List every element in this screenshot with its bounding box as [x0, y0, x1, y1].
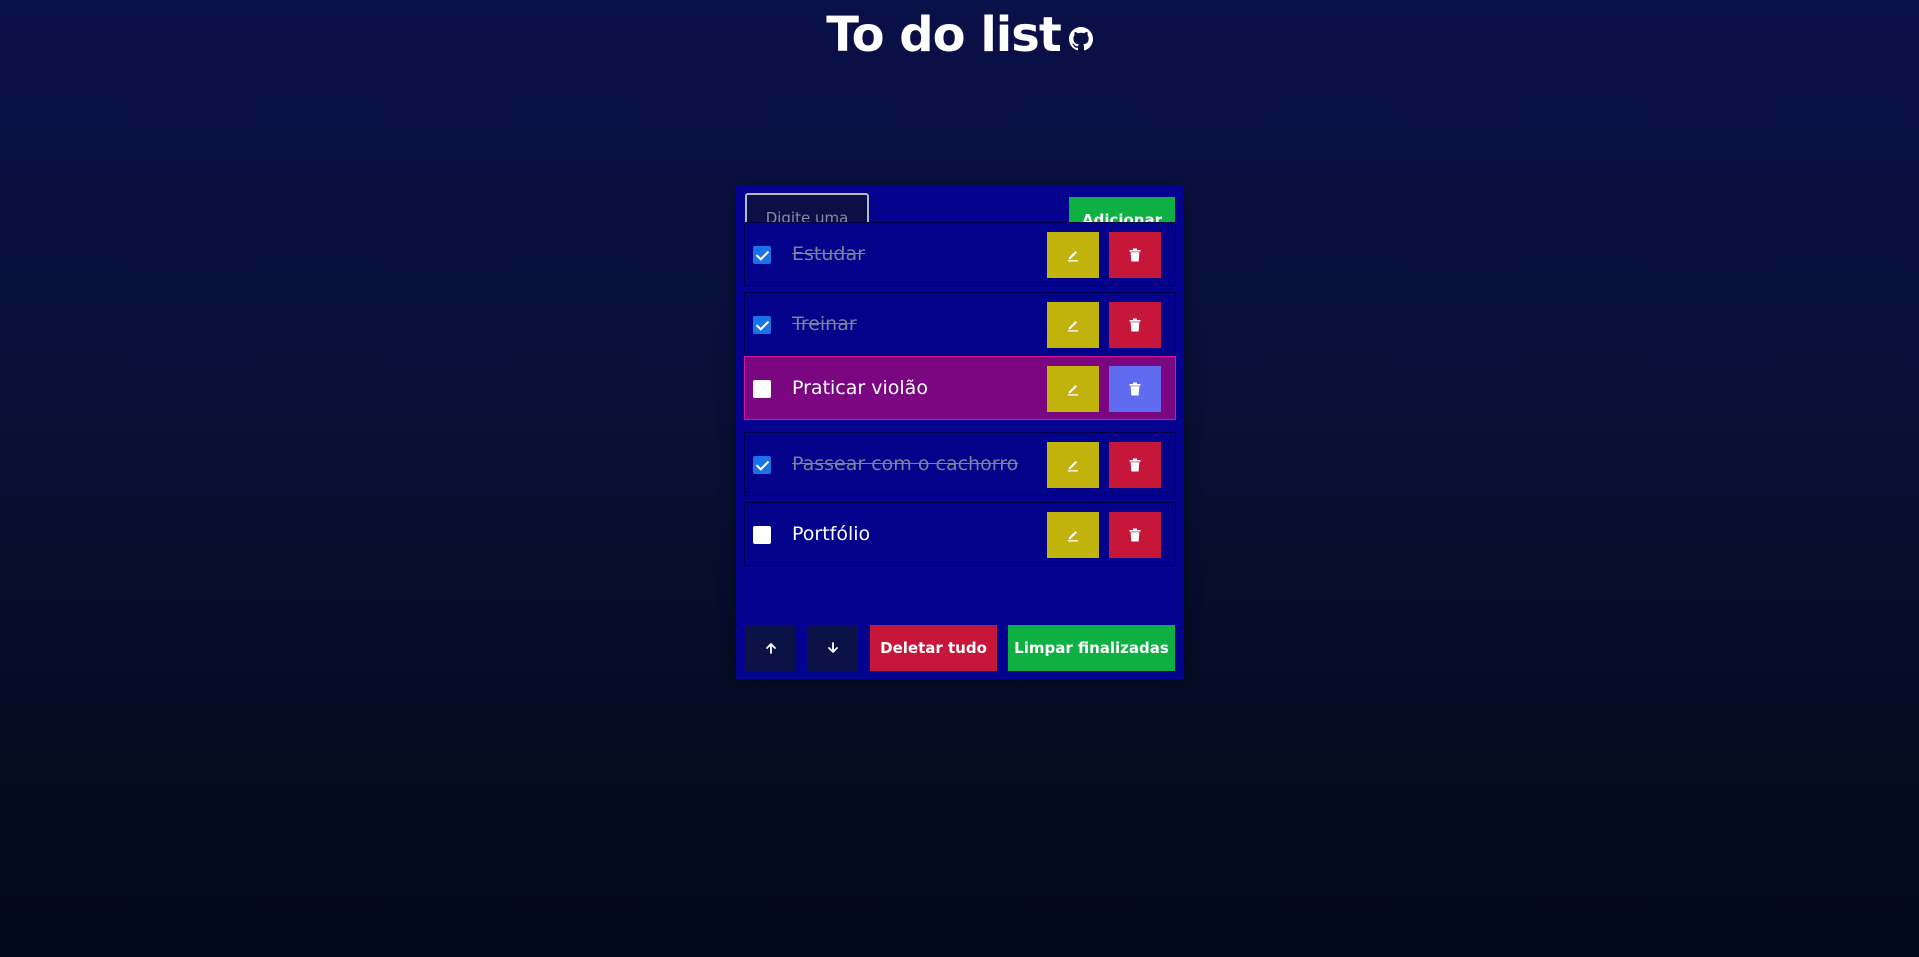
trash-icon: [1129, 318, 1141, 332]
pencil-icon: [1068, 385, 1078, 396]
task-item: Praticar violão: [744, 356, 1176, 420]
delete-task-button[interactable]: [1109, 232, 1161, 278]
task-text: Passear com o cachorro: [792, 453, 1019, 475]
trash-icon: [1129, 382, 1141, 396]
task-text: Portfólio: [792, 523, 871, 545]
delete-task-button[interactable]: [1109, 302, 1161, 348]
arrow-up-icon: [765, 643, 776, 654]
task-item: Estudar: [744, 222, 1176, 286]
delete-task-button[interactable]: [1109, 442, 1161, 488]
move-down-button[interactable]: [807, 625, 858, 671]
page-title: To do list: [826, 7, 1062, 63]
delete-all-button[interactable]: Deletar tudo: [870, 625, 997, 671]
edit-task-button[interactable]: [1047, 366, 1099, 412]
arrow-down-icon: [827, 642, 838, 653]
task-item: Portfólio: [744, 502, 1176, 566]
trash-icon: [1129, 528, 1141, 542]
task-text: Praticar violão: [792, 377, 928, 399]
delete-task-button[interactable]: [1109, 512, 1161, 558]
trash-icon: [1129, 458, 1141, 472]
task-text: Estudar: [792, 243, 865, 265]
delete-task-button[interactable]: [1109, 366, 1161, 412]
edit-task-button[interactable]: [1047, 302, 1099, 348]
pencil-icon: [1068, 531, 1078, 542]
clear-finished-button[interactable]: Limpar finalizadas: [1008, 625, 1175, 671]
edit-task-button[interactable]: [1047, 232, 1099, 278]
task-checkbox[interactable]: [753, 526, 771, 544]
task-item: Passear com o cachorro: [744, 432, 1176, 496]
edit-task-button[interactable]: [1047, 512, 1099, 558]
task-checkbox[interactable]: [753, 380, 771, 398]
trash-icon: [1129, 248, 1141, 262]
edit-task-button[interactable]: [1047, 442, 1099, 488]
task-text: Treinar: [792, 313, 857, 335]
task-checkbox[interactable]: [753, 456, 771, 474]
header: To do list: [0, 0, 1919, 70]
pencil-icon: [1068, 461, 1078, 472]
task-checkbox[interactable]: [753, 316, 771, 334]
pencil-icon: [1068, 251, 1078, 262]
pencil-icon: [1068, 321, 1078, 332]
todo-card: Adicionar EstudarTreinarPraticar violãoP…: [736, 185, 1184, 679]
task-checkbox[interactable]: [753, 246, 771, 264]
github-icon[interactable]: [1068, 27, 1093, 51]
task-item: Treinar: [744, 292, 1176, 356]
move-up-button[interactable]: [745, 625, 796, 671]
